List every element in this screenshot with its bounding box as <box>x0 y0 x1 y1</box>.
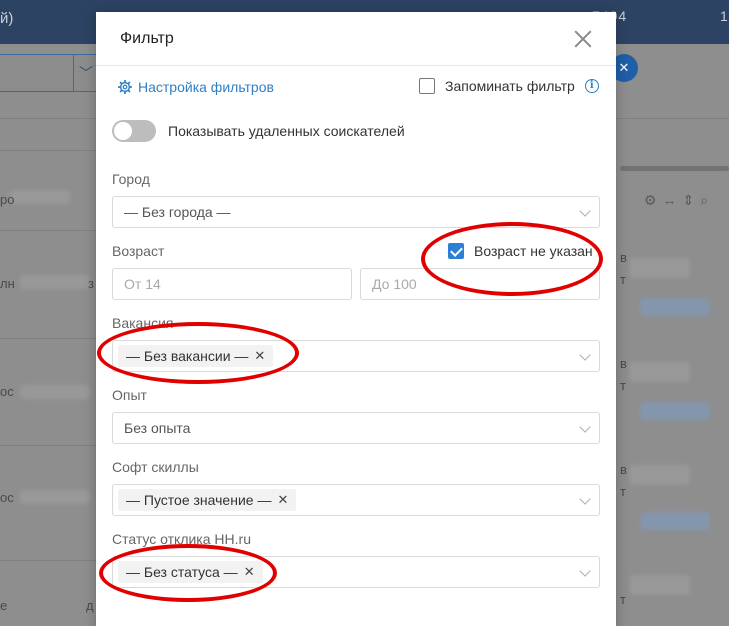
experience-value: Без опыта <box>124 420 191 436</box>
chevron-down-icon <box>579 349 591 361</box>
remove-tag-icon[interactable]: ✕ <box>254 345 265 367</box>
hh-status-label: Статус отклика HH.ru <box>112 531 251 547</box>
age-label: Возраст <box>112 243 165 259</box>
gear-icon <box>118 80 132 94</box>
remove-tag-icon[interactable]: ✕ <box>277 489 288 511</box>
experience-label: Опыт <box>112 387 147 403</box>
filter-settings-link[interactable]: Настройка фильтров <box>118 79 274 95</box>
age-from-input[interactable] <box>112 268 352 300</box>
soft-skills-label: Софт скиллы <box>112 459 199 475</box>
age-to-input[interactable] <box>360 268 600 300</box>
topbar-right-text-2: 1 <box>720 8 728 24</box>
show-deleted-label: Показывать удаленных соискателей <box>168 123 405 139</box>
age-not-specified-label: Возраст не указан <box>474 243 593 259</box>
chevron-down-icon <box>579 205 591 217</box>
filter-settings-label: Настройка фильтров <box>138 79 274 95</box>
age-not-specified[interactable]: Возраст не указан <box>448 243 593 259</box>
chevron-down-icon <box>579 421 591 433</box>
soft-skills-tag: — Пустое значение — ✕ <box>118 489 297 511</box>
chevron-down-icon <box>579 493 591 505</box>
topbar-left-text: й) <box>0 10 14 27</box>
modal-header: Фильтр <box>96 12 616 66</box>
vacancy-select[interactable]: — Без вакансии — ✕ <box>112 340 600 372</box>
soft-skills-tag-label: — Пустое значение — <box>126 492 272 508</box>
soft-skills-select[interactable]: — Пустое значение — ✕ <box>112 484 600 516</box>
vacancy-tag-label: — Без вакансии — <box>126 348 249 364</box>
show-deleted-toggle[interactable] <box>112 120 156 142</box>
info-icon[interactable]: i <box>584 79 599 93</box>
hh-status-tag: — Без статуса — ✕ <box>118 561 263 583</box>
vacancy-label: Вакансия <box>112 315 174 331</box>
hh-status-tag-label: — Без статуса — <box>126 564 238 580</box>
show-deleted-row: Показывать удаленных соискателей <box>112 120 405 142</box>
experience-select[interactable]: Без опыта <box>112 412 600 444</box>
bg-toolbar-icons: ⚙↔⇕⌕ <box>644 192 715 208</box>
chevron-down-icon <box>579 565 591 577</box>
close-icon[interactable] <box>572 28 594 50</box>
bg-select: ﹀ <box>0 54 100 92</box>
remember-filter-checkbox[interactable] <box>419 78 435 94</box>
bg-scrollbar <box>620 166 729 171</box>
city-value: — Без города — <box>124 204 231 220</box>
chevron-down-icon: ﹀ <box>79 65 93 81</box>
modal-title: Фильтр <box>120 30 174 47</box>
city-label: Город <box>112 171 150 187</box>
city-select[interactable]: — Без города — <box>112 196 600 228</box>
filter-modal: Фильтр Настройка фильтров Запоминать фил… <box>96 12 616 626</box>
hh-status-select[interactable]: — Без статуса — ✕ <box>112 556 600 588</box>
remove-tag-icon[interactable]: ✕ <box>244 561 255 583</box>
age-not-specified-checkbox[interactable] <box>448 243 464 259</box>
remember-filter-label: Запоминать фильтр <box>445 78 575 94</box>
vacancy-tag: — Без вакансии — ✕ <box>118 345 274 367</box>
remember-filter[interactable]: Запоминать фильтр i <box>419 78 599 94</box>
